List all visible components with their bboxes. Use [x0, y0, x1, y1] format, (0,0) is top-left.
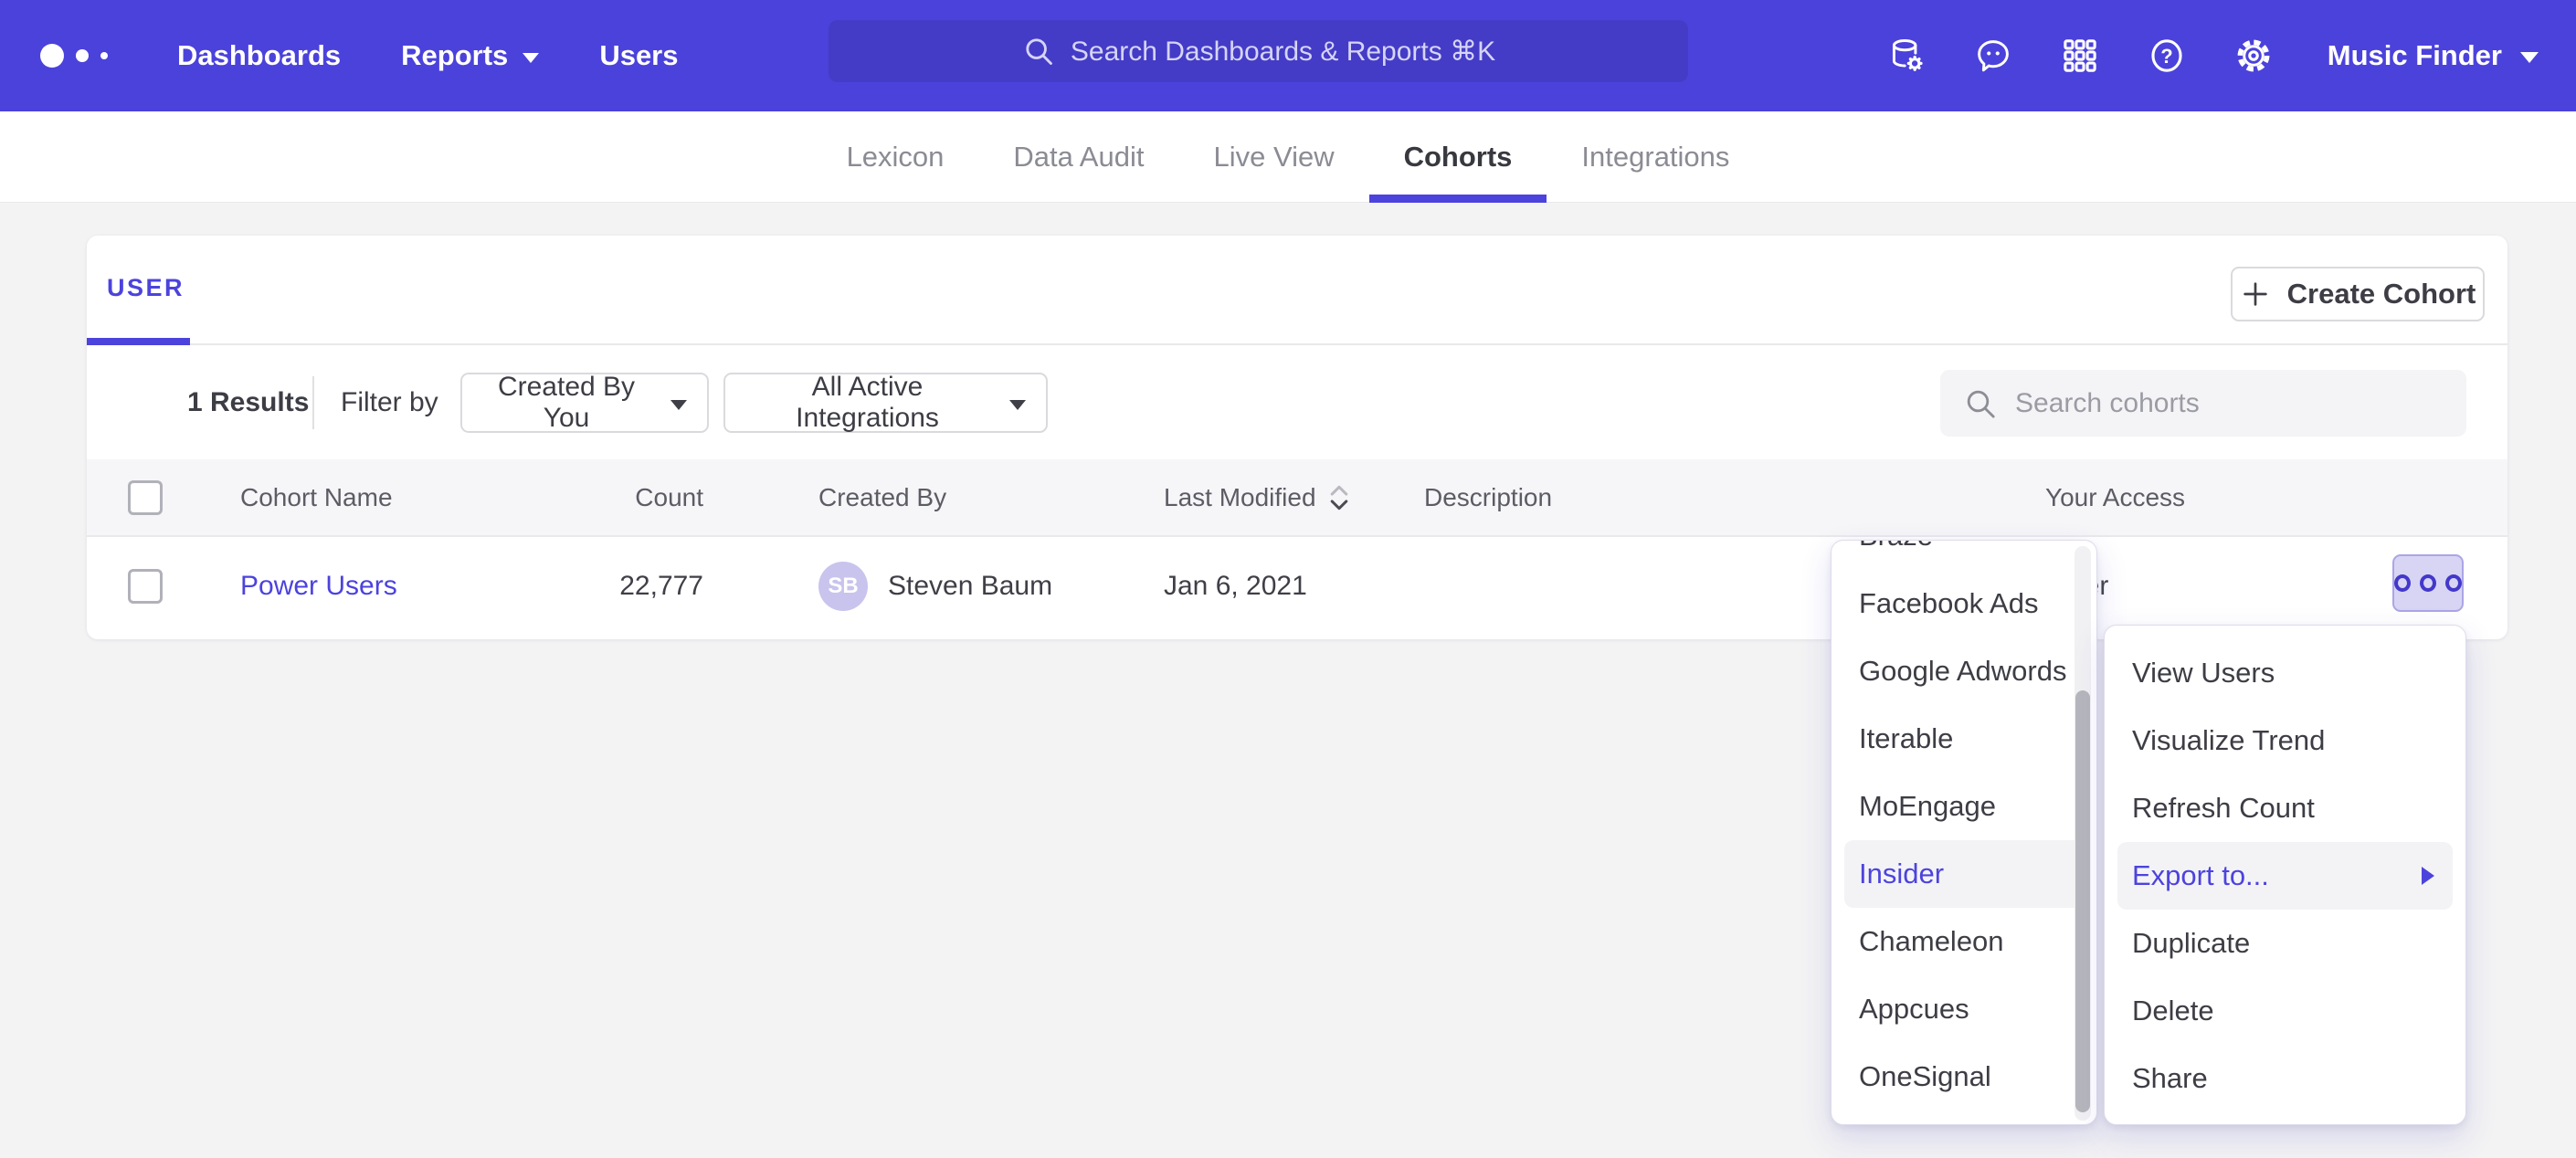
svg-text:?: ? — [2160, 45, 2172, 68]
cohort-count: 22,777 — [548, 537, 703, 636]
global-search-input[interactable]: Search Dashboards & Reports ⌘K — [829, 20, 1688, 82]
menu-item-refresh-count[interactable]: Refresh Count — [2105, 774, 2465, 842]
dot-icon — [2394, 574, 2411, 592]
menu-item-share[interactable]: Share — [2105, 1045, 2465, 1112]
project-name: Music Finder — [2328, 39, 2502, 72]
menu-item-export-to[interactable]: Export to... — [2117, 842, 2453, 910]
submenu-item-chameleon[interactable]: Chameleon — [1832, 908, 2096, 975]
tab-lexicon[interactable]: Lexicon — [812, 111, 979, 202]
tab-integrations[interactable]: Integrations — [1547, 111, 1764, 202]
filter-by-label: Filter by — [341, 345, 438, 459]
submenu-item-appcues[interactable]: Appcues — [1832, 975, 2096, 1043]
nav-item-dashboards[interactable]: Dashboards — [177, 39, 341, 72]
logo-dot-small — [100, 52, 108, 59]
table-row: Power Users 22,777 SB Steven Baum Jan 6,… — [87, 537, 2507, 636]
tab-cohorts[interactable]: Cohorts — [1369, 111, 1547, 202]
project-switcher[interactable]: Music Finder — [2328, 39, 2539, 72]
nav-item-reports-label: Reports — [401, 39, 508, 72]
search-icon — [1021, 34, 1056, 68]
column-header-description[interactable]: Description — [1424, 459, 1552, 535]
menu-item-delete[interactable]: Delete — [2105, 977, 2465, 1045]
export-submenu: Braze Facebook Ads Google Adwords Iterab… — [1831, 540, 2097, 1125]
select-all-checkbox[interactable] — [128, 480, 163, 515]
submenu-item-iterable[interactable]: Iterable — [1832, 705, 2096, 773]
menu-item-export-to-label: Export to... — [2132, 859, 2269, 892]
created-by-filter-value: Created By You — [482, 372, 650, 434]
submenu-item-insider[interactable]: Insider — [1844, 840, 2084, 908]
nav-item-users[interactable]: Users — [599, 39, 678, 72]
submenu-scrollbar-thumb[interactable] — [2075, 690, 2090, 1112]
plus-icon — [2240, 279, 2271, 310]
submenu-item-braze[interactable]: Braze — [1832, 540, 2096, 570]
create-cohort-button[interactable]: Create Cohort — [2231, 267, 2485, 321]
table-header: Cohort Name Count Created By Last Modifi… — [87, 459, 2507, 537]
cohort-search — [1940, 370, 2466, 437]
integrations-filter-value: All Active Integrations — [745, 372, 989, 434]
submenu-arrow-icon — [2422, 867, 2434, 885]
tab-data-audit[interactable]: Data Audit — [978, 111, 1178, 202]
tab-live-view[interactable]: Live View — [1178, 111, 1368, 202]
row-actions-button[interactable] — [2392, 554, 2464, 612]
integrations-filter[interactable]: All Active Integrations — [723, 373, 1048, 433]
column-header-created-by[interactable]: Created By — [818, 459, 946, 535]
column-header-last-modified-label: Last Modified — [1164, 483, 1316, 512]
section-tab-bar: Lexicon Data Audit Live View Cohorts Int… — [0, 111, 2576, 203]
column-header-your-access[interactable]: Your Access — [2045, 459, 2185, 535]
settings-gear-icon[interactable] — [2233, 35, 2275, 77]
global-search-placeholder: Search Dashboards & Reports ⌘K — [1071, 36, 1495, 68]
menu-item-visualize-trend[interactable]: Visualize Trend — [2105, 707, 2465, 774]
divider — [312, 376, 314, 429]
logo-dot-medium — [76, 49, 89, 62]
submenu-item-facebook-ads[interactable]: Facebook Ads — [1832, 570, 2096, 637]
results-count: 1 Results — [187, 345, 309, 459]
chevron-down-icon — [523, 53, 539, 63]
row-checkbox[interactable] — [128, 569, 163, 604]
row-actions-menu: View Users Visualize Trend Refresh Count… — [2104, 625, 2466, 1125]
dot-icon — [2445, 574, 2462, 592]
sort-icon — [1327, 482, 1351, 513]
top-nav: Dashboards Reports Users Search Dashboar… — [0, 0, 2576, 111]
nav-item-reports[interactable]: Reports — [401, 39, 539, 72]
last-modified-date: Jan 6, 2021 — [1164, 537, 1307, 636]
submenu-item-moengage[interactable]: MoEngage — [1832, 773, 2096, 840]
chevron-down-icon — [670, 400, 687, 410]
created-by-name: Steven Baum — [888, 571, 1052, 602]
chevron-down-icon — [1009, 400, 1026, 410]
created-by-filter[interactable]: Created By You — [460, 373, 709, 433]
mixpanel-logo[interactable] — [40, 44, 108, 68]
column-header-count[interactable]: Count — [548, 459, 703, 535]
feedback-icon[interactable] — [1972, 35, 2014, 77]
active-tab-underline — [87, 338, 190, 345]
submenu-scrollbar-track[interactable] — [2075, 546, 2091, 1121]
menu-item-duplicate[interactable]: Duplicate — [2105, 910, 2465, 977]
column-header-last-modified[interactable]: Last Modified — [1164, 459, 1351, 535]
create-cohort-label: Create Cohort — [2287, 278, 2476, 311]
logo-dot-large — [40, 44, 64, 68]
data-management-icon[interactable] — [1885, 35, 1927, 77]
apps-grid-icon[interactable] — [2059, 35, 2101, 77]
chevron-down-icon — [2520, 52, 2539, 63]
help-icon[interactable]: ? — [2146, 35, 2188, 77]
dot-icon — [2420, 574, 2436, 592]
column-header-cohort-name[interactable]: Cohort Name — [240, 459, 393, 535]
avatar: SB — [818, 562, 868, 611]
cohorts-card: USER Create Cohort 1 Results Filter by C… — [87, 236, 2507, 639]
search-icon — [1962, 385, 1999, 422]
tab-user-cohorts[interactable]: USER — [107, 274, 185, 302]
submenu-item-onesignal[interactable]: OneSignal — [1832, 1043, 2096, 1111]
cohort-search-input[interactable] — [2015, 388, 2444, 419]
submenu-item-google-adwords[interactable]: Google Adwords — [1832, 637, 2096, 705]
cohort-name-link[interactable]: Power Users — [240, 537, 397, 636]
menu-item-view-users[interactable]: View Users — [2105, 639, 2465, 707]
